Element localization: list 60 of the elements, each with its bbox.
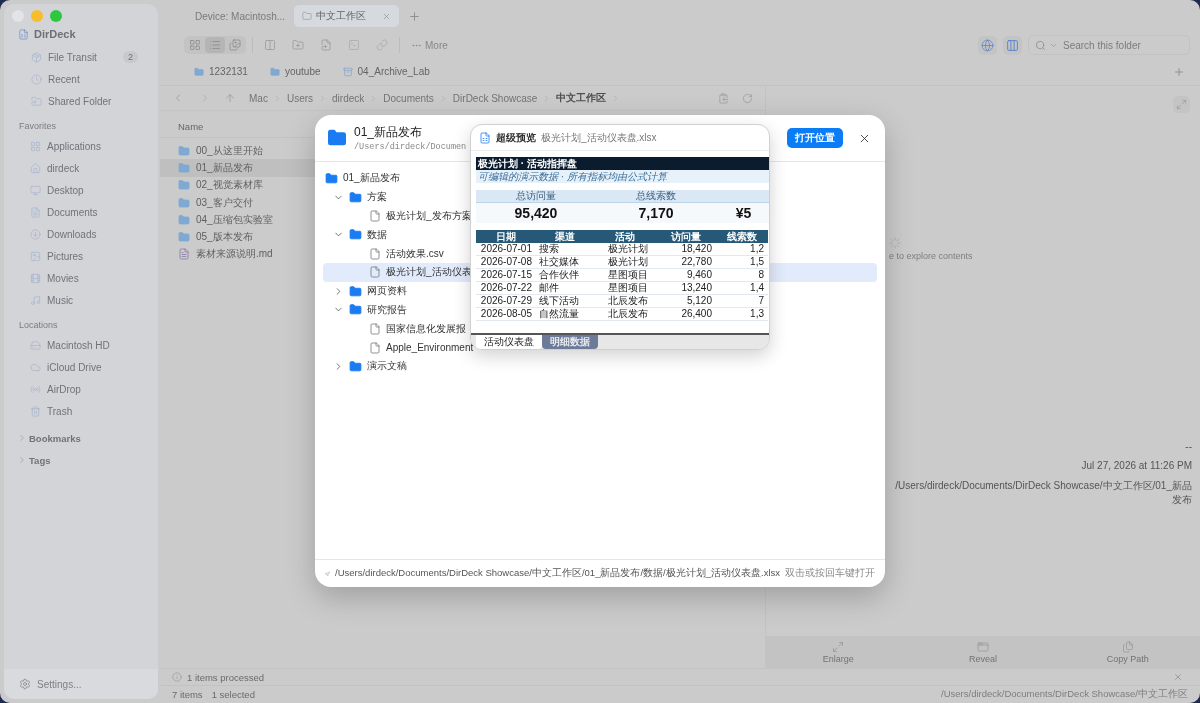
path-value: /Users/dirdeck/Documents/DirDeck Showcase/中文工作区/01_新品发布 bbox=[894, 479, 1192, 507]
table-cell: 2026-07-15 bbox=[476, 269, 536, 282]
table-cell: 18,420 bbox=[656, 243, 716, 256]
popover-filename: 极光计划_活动仪表盘.xlsx bbox=[541, 130, 657, 145]
status-message: 1 items processed bbox=[187, 671, 265, 683]
table-cell: 7 bbox=[716, 295, 768, 308]
table-cell: 1,3 bbox=[716, 308, 768, 321]
table-cell: 5,120 bbox=[656, 295, 716, 308]
table-cell: 9,460 bbox=[656, 269, 716, 282]
table-cell: 2026-07-29 bbox=[476, 295, 536, 308]
table-cell: 邮件 bbox=[536, 282, 594, 295]
column-header: 日期 bbox=[476, 230, 536, 243]
column-header: 活动 bbox=[594, 230, 656, 243]
dialog-title: 01_新品发布 bbox=[354, 124, 424, 141]
kpi-label: 总线索数 bbox=[596, 190, 716, 202]
sheet-heading: 极光计划 · 活动指挥盘 bbox=[476, 157, 769, 170]
table-cell: 自然流量 bbox=[536, 308, 594, 321]
table-cell: 22,780 bbox=[656, 256, 716, 269]
table-cell: 极光计划 bbox=[594, 243, 656, 256]
size-value: -- bbox=[1185, 441, 1192, 452]
open-hint: 双击或按回车键打开 bbox=[785, 567, 875, 580]
app-name: DirDeck bbox=[34, 28, 76, 40]
table-cell: 北辰发布 bbox=[594, 308, 656, 321]
kpi-label: 总访问量 bbox=[476, 190, 596, 202]
section-heading: Favorites bbox=[18, 120, 57, 133]
table-cell: 社交媒体 bbox=[536, 256, 594, 269]
column-header: 渠道 bbox=[536, 230, 594, 243]
preview-hint: e to explore contents bbox=[889, 251, 973, 261]
table-cell: 2026-07-01 bbox=[476, 243, 536, 256]
sheet-subheading: 可编辑的演示数据 · 所有指标均由公式计算 bbox=[476, 170, 769, 183]
table-cell: 1,5 bbox=[716, 256, 768, 269]
table-cell: 2026-08-05 bbox=[476, 308, 536, 321]
table-cell: 合作伙伴 bbox=[536, 269, 594, 282]
count-badge: 2 bbox=[123, 51, 138, 63]
section-heading: Locations bbox=[18, 319, 59, 332]
table-cell: 极光计划 bbox=[594, 256, 656, 269]
status-path: /Users/dirdeck/Documents/DirDeck Showcase/中文工作区 bbox=[941, 688, 1188, 701]
table-cell: 星图项目 bbox=[594, 269, 656, 282]
table-cell: 1,4 bbox=[716, 282, 768, 295]
table-cell: 8 bbox=[716, 269, 768, 282]
table-cell: 搜索 bbox=[536, 243, 594, 256]
table-cell: 2026-07-08 bbox=[476, 256, 536, 269]
dialog-path: /Users/dirdeck/Documen bbox=[354, 142, 467, 152]
table-cell: 26,400 bbox=[656, 308, 716, 321]
table-cell: 2026-07-22 bbox=[476, 282, 536, 295]
table-cell: 13,240 bbox=[656, 282, 716, 295]
kpi-value: ¥5 bbox=[716, 202, 769, 223]
kpi-value: 7,170 bbox=[596, 202, 716, 223]
table-cell: 星图项目 bbox=[594, 282, 656, 295]
table-cell: 线下活动 bbox=[536, 295, 594, 308]
table-cell: 1,2 bbox=[716, 243, 768, 256]
file-path: /Users/dirdeck/Documents/DirDeck Showcase/中文工作区/01_新品发布/数据/极光计划_活动仪表盘.xlsx bbox=[335, 567, 780, 580]
popover-title: 超级预览 bbox=[496, 130, 536, 145]
modified-date: Jul 27, 2026 at 11:26 PM bbox=[1081, 460, 1192, 471]
column-header: 访问量 bbox=[656, 230, 716, 243]
table-cell: 北辰发布 bbox=[594, 295, 656, 308]
item-count: 7 items bbox=[172, 689, 203, 700]
selection-count: 1 selected bbox=[211, 689, 255, 700]
column-header: 线索数 bbox=[716, 230, 768, 243]
kpi-value: 95,420 bbox=[476, 202, 596, 223]
